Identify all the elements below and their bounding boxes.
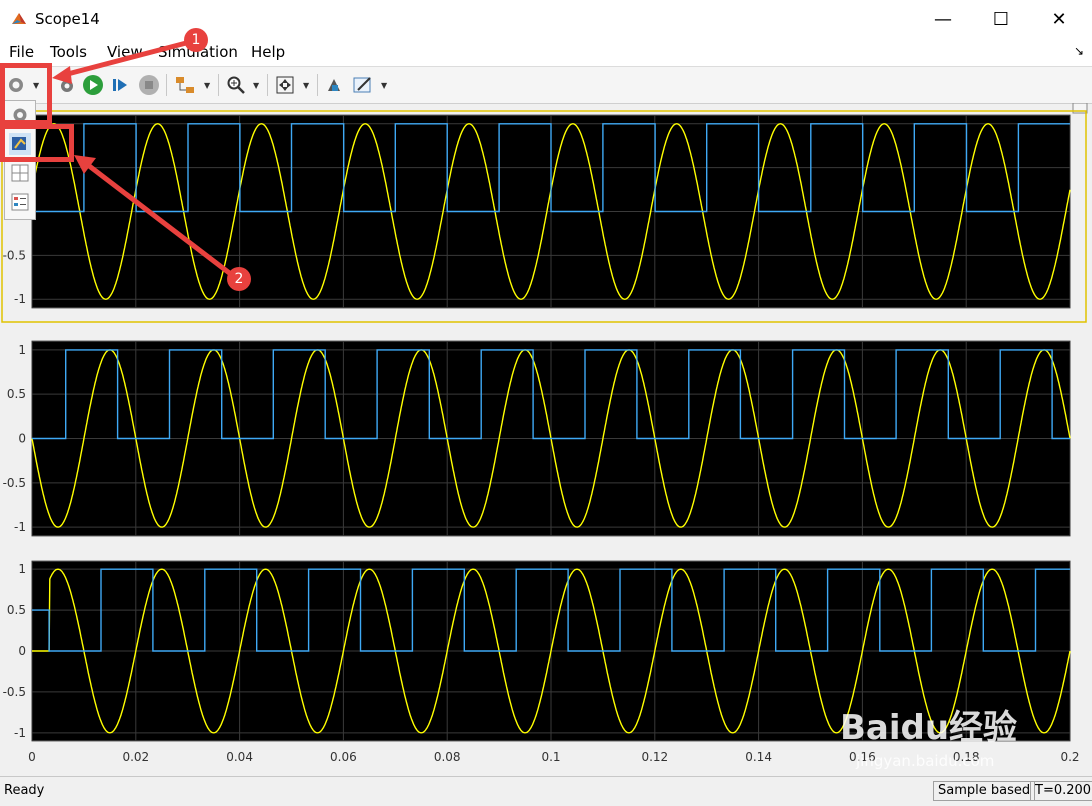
watermark-brand: Baidu经验 [840,708,1018,748]
annotation-arrow-1 [59,39,191,79]
simulation-time-indicator: T=0.200 [1030,781,1092,801]
baidu-watermark: Baidu经验 jingyan.baidu.com [840,700,1040,780]
annotation-arrows [52,39,234,277]
annotation-step-2: 2 [227,267,251,291]
annotation-step-1: 1 [184,28,208,52]
watermark-url: jingyan.baidu.com [856,752,995,770]
annotation-arrow-2 [82,160,234,277]
annotation-arrow-1-head [52,66,72,84]
status-text: Ready [4,783,45,798]
status-bar: Ready Sample based T=0.200 [0,776,1092,806]
sample-mode-indicator: Sample based [933,781,1036,801]
